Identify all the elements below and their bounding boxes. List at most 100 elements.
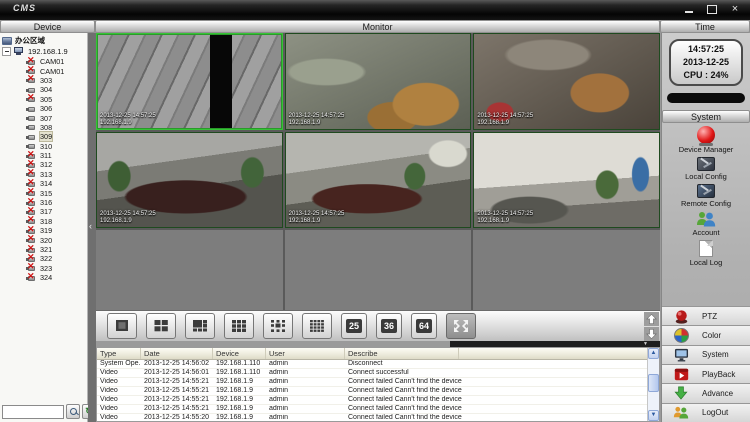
device-tree: 办公区域 192.168.1.9 ✕ CAM01 ✕ CAM01 ✕ 303 304 ✕ 305… — [0, 35, 87, 282]
table-row[interactable]: Video 2013-12-25 14:55:21 192.168.1.9 admin… — [97, 396, 648, 405]
layout-16-button[interactable] — [302, 313, 332, 339]
video-cell-3[interactable]: 2013-12-25 14:57:25 192.168.1.9 — [473, 33, 660, 130]
layout-25-button[interactable]: 25 — [341, 313, 367, 339]
column-user[interactable]: User — [266, 348, 345, 359]
search-input[interactable] — [2, 404, 64, 419]
tree-channel-323[interactable]: ✕ 323 — [0, 262, 87, 273]
table-row[interactable]: System Ope... 2013-12-25 14:56:02 192.168.… — [97, 360, 648, 369]
device-host-icon — [14, 47, 25, 56]
tree-channel-316[interactable]: ✕ 316 — [0, 196, 87, 207]
local-config-button[interactable]: Local Config — [662, 157, 750, 181]
tree-channel-315[interactable]: ✕ 315 — [0, 187, 87, 198]
layout-1-button[interactable] — [107, 313, 137, 339]
local-log-button[interactable]: Local Log — [662, 240, 750, 267]
column-date[interactable]: Date — [141, 348, 213, 359]
color-button[interactable]: Color — [662, 325, 750, 345]
scroll-down-button[interactable] — [644, 327, 659, 341]
layout-4-button[interactable] — [146, 313, 176, 339]
table-row[interactable]: Video 2013-12-25 14:56:01 192.168.1.110 adm… — [97, 369, 648, 378]
playback-button[interactable]: PlayBack — [662, 363, 750, 384]
video-cell-4[interactable]: 2013-12-25 14:57:25 192.168.1.9 — [96, 132, 283, 228]
fullscreen-button[interactable] — [446, 313, 476, 339]
tree-channel-311[interactable]: ✕ 311 — [0, 149, 87, 160]
column-filler — [459, 348, 648, 359]
tree-channel-322[interactable]: ✕ 322 — [0, 252, 87, 263]
tree-channel-305[interactable]: ✕ 305 — [0, 93, 87, 104]
scrollbar-up-icon[interactable]: ▲ — [648, 348, 659, 359]
right-panel: 14:57:25 2013-12-25 CPU : 24% System Dev… — [661, 33, 750, 422]
maximize-button[interactable] — [706, 4, 718, 14]
layout-36-button[interactable]: 36 — [376, 313, 402, 339]
log-scrollbar[interactable]: ▲ ▼ — [647, 348, 659, 421]
layout-6-icon — [193, 320, 207, 332]
tree-channel-318[interactable]: ✕ 318 — [0, 215, 87, 226]
layout-6-button[interactable] — [185, 313, 215, 339]
logout-button[interactable]: LogOut — [662, 402, 750, 422]
panel-collapse-strip[interactable]: ‹ — [88, 33, 96, 422]
tree-channel-319[interactable]: ✕ 319 — [0, 224, 87, 235]
tree-channel-313[interactable]: ✕ 313 — [0, 168, 87, 179]
cell-date: 2013-12-25 14:55:21 — [144, 387, 209, 394]
table-row[interactable]: Video 2013-12-25 14:55:21 192.168.1.9 admin… — [97, 378, 648, 387]
cell-date: 2013-12-25 14:56:02 — [144, 360, 209, 367]
tree-channel-312[interactable]: ✕ 312 — [0, 158, 87, 169]
tree-channel-321[interactable]: ✕ 321 — [0, 243, 87, 254]
video-cell-2[interactable]: 2013-12-25 14:57:25 192.168.1.9 — [284, 33, 472, 130]
tree-channel-324[interactable]: ✕ 324 — [0, 271, 87, 282]
empty-cell-8[interactable] — [284, 230, 472, 310]
scroll-up-button[interactable] — [644, 312, 659, 326]
tree-channel-304[interactable]: 304 — [0, 85, 87, 94]
empty-cell-7[interactable] — [96, 230, 283, 310]
cell-desc: Connect failed Cann't find the device — [348, 387, 462, 394]
tree-channel-303[interactable]: ✕ 303 — [0, 74, 87, 85]
video-cell-6[interactable]: 2013-12-25 14:57:25 192.168.1.9 — [473, 132, 660, 228]
layout-8-button[interactable] — [263, 313, 293, 339]
close-button[interactable]: × — [729, 4, 741, 15]
device-manager-button[interactable]: Device Manager — [662, 126, 750, 154]
ptz-button[interactable]: PTZ — [662, 306, 750, 326]
cpu-usage: CPU : 24% — [683, 70, 729, 80]
advance-button[interactable]: Advance — [662, 383, 750, 403]
collapse-expander-icon[interactable] — [2, 47, 11, 56]
video-cell-5[interactable]: 2013-12-25 14:57:25 192.168.1.9 — [284, 132, 472, 228]
column-describe[interactable]: Describe — [345, 348, 459, 359]
tree-channel-306[interactable]: 306 — [0, 104, 87, 113]
tree-channel-308[interactable]: 308 — [0, 123, 87, 132]
tree-channel-cam01[interactable]: ✕ CAM01 — [0, 65, 87, 76]
tree-host-node[interactable]: 192.168.1.9 — [0, 46, 87, 57]
layout-9-button[interactable] — [224, 313, 254, 339]
layout-64-button[interactable]: 64 — [411, 313, 437, 339]
tree-channel-314[interactable]: ✕ 314 — [0, 177, 87, 188]
cell-device: 192.168.1.9 — [216, 405, 253, 412]
scrollbar-down-icon[interactable]: ▼ — [648, 410, 659, 421]
account-button[interactable]: Account — [662, 211, 750, 237]
cell-device: 192.168.1.9 — [216, 396, 253, 403]
minimize-button[interactable] — [683, 4, 695, 14]
table-row[interactable]: Video 2013-12-25 14:55:21 192.168.1.9 admin… — [97, 405, 648, 414]
empty-cell-9[interactable] — [473, 230, 660, 310]
layout-16-icon — [310, 320, 324, 332]
video-cell-1[interactable]: 2013-12-25 14:57:25 192.168.1.9 — [96, 33, 283, 130]
cell-date: 2013-12-25 14:55:20 — [144, 414, 209, 421]
system-button[interactable]: System — [662, 344, 750, 364]
scrollbar-thumb[interactable] — [648, 374, 659, 392]
tree-channel-320[interactable]: ✕ 320 — [0, 234, 87, 245]
log-table-header[interactable]: Type Date Device User Describe — [97, 348, 648, 360]
playback-icon — [673, 366, 689, 382]
column-device[interactable]: Device — [213, 348, 266, 359]
table-row[interactable]: Video 2013-12-25 14:55:21 192.168.1.9 admin… — [97, 387, 648, 396]
tree-root-node[interactable]: 办公区域 — [0, 35, 87, 46]
tree-channel-309[interactable]: 309 — [0, 131, 87, 143]
search-button[interactable] — [66, 404, 80, 419]
channel-label: 308 — [40, 122, 53, 132]
table-row[interactable]: Video 2013-12-25 14:55:20 192.168.1.9 admin… — [97, 414, 648, 421]
tree-channel-307[interactable]: 307 — [0, 113, 87, 123]
column-type[interactable]: Type — [97, 348, 141, 359]
channel-label: 305 — [40, 94, 53, 104]
tree-channel-310[interactable]: 310 — [0, 142, 87, 151]
cell-type: Video — [100, 414, 118, 421]
tree-channel-cam01[interactable]: ✕ CAM01 — [0, 55, 87, 66]
tree-channel-317[interactable]: ✕ 317 — [0, 205, 87, 216]
local-log-icon — [699, 240, 713, 257]
remote-config-button[interactable]: Remote Config — [662, 184, 750, 208]
